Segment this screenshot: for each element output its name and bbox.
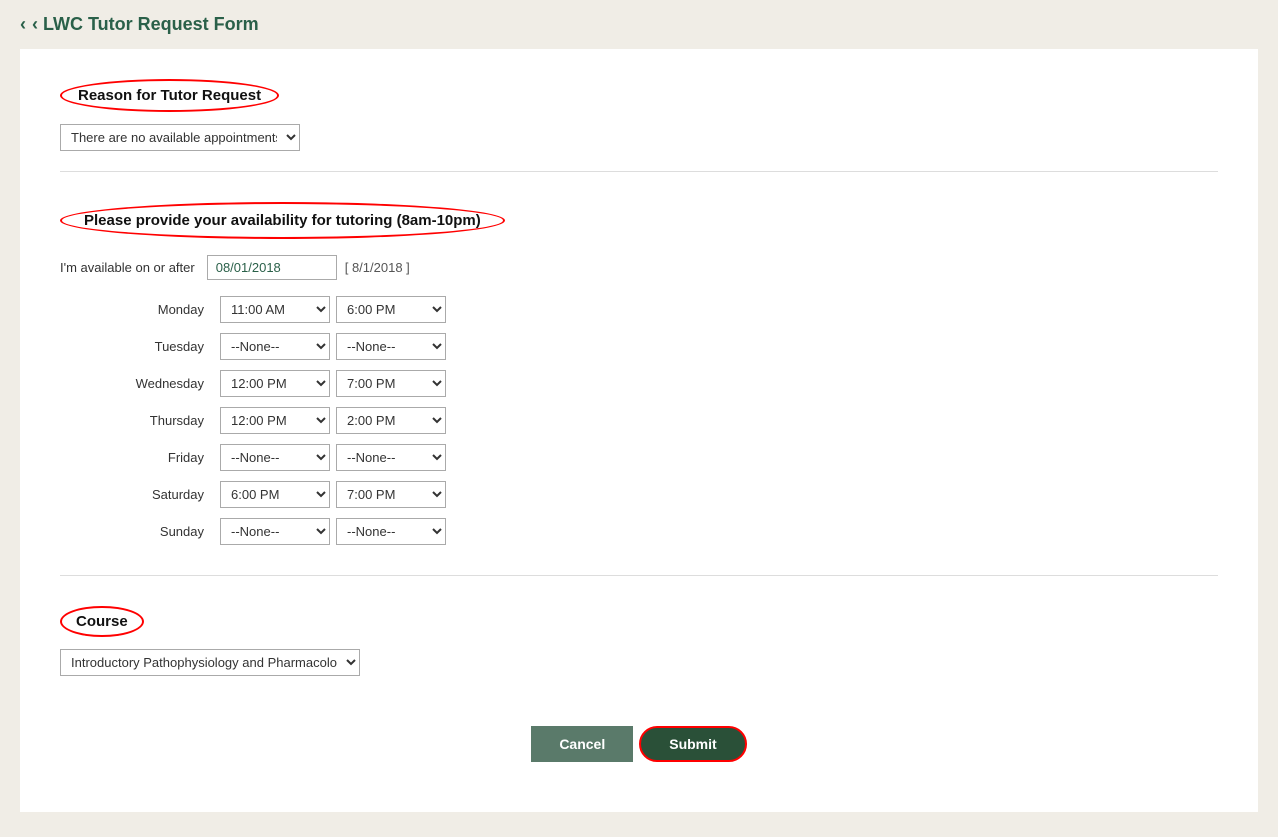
date-row: I'm available on or after [ 8/1/2018 ] xyxy=(60,255,1218,280)
avail-start-select[interactable]: --None--8:00 AM8:30 AM9:00 AM9:30 AM10:0… xyxy=(220,481,330,508)
avail-end-select[interactable]: --None--8:00 AM8:30 AM9:00 AM9:30 AM10:0… xyxy=(336,296,446,323)
page-title: ‹ LWC Tutor Request Form xyxy=(32,14,259,35)
reason-section: Reason for Tutor Request There are no av… xyxy=(60,79,1218,172)
reason-section-title: Reason for Tutor Request xyxy=(60,79,279,112)
reason-select[interactable]: There are no available appointmentsSched… xyxy=(60,124,300,151)
date-display: [ 8/1/2018 ] xyxy=(345,260,410,275)
day-label: Wednesday xyxy=(60,376,220,391)
avail-end-select[interactable]: --None--8:00 AM8:30 AM9:00 AM9:30 AM10:0… xyxy=(336,481,446,508)
date-input[interactable] xyxy=(207,255,337,280)
page-header: ‹ ‹ LWC Tutor Request Form xyxy=(0,0,1278,49)
day-label: Friday xyxy=(60,450,220,465)
course-section: Course Introductory Pathophysiology and … xyxy=(60,606,1218,676)
avail-start-select[interactable]: --None--8:00 AM8:30 AM9:00 AM9:30 AM10:0… xyxy=(220,333,330,360)
avail-row: Friday--None--8:00 AM8:30 AM9:00 AM9:30 … xyxy=(60,444,1218,471)
course-select[interactable]: Introductory Pathophysiology and Pharmac… xyxy=(60,649,360,676)
availability-section-title: Please provide your availability for tut… xyxy=(60,202,505,239)
avail-row: Wednesday--None--8:00 AM8:30 AM9:00 AM9:… xyxy=(60,370,1218,397)
form-container: Reason for Tutor Request There are no av… xyxy=(20,49,1258,812)
availability-grid: Monday--None--8:00 AM8:30 AM9:00 AM9:30 … xyxy=(60,296,1218,545)
day-label: Thursday xyxy=(60,413,220,428)
avail-row: Saturday--None--8:00 AM8:30 AM9:00 AM9:3… xyxy=(60,481,1218,508)
day-label: Tuesday xyxy=(60,339,220,354)
avail-start-select[interactable]: --None--8:00 AM8:30 AM9:00 AM9:30 AM10:0… xyxy=(220,444,330,471)
avail-end-select[interactable]: --None--8:00 AM8:30 AM9:00 AM9:30 AM10:0… xyxy=(336,370,446,397)
avail-start-select[interactable]: --None--8:00 AM8:30 AM9:00 AM9:30 AM10:0… xyxy=(220,407,330,434)
cancel-button[interactable]: Cancel xyxy=(531,726,633,762)
buttons-row: Cancel Submit xyxy=(60,706,1218,782)
availability-section: Please provide your availability for tut… xyxy=(60,202,1218,576)
day-label: Saturday xyxy=(60,487,220,502)
avail-row: Tuesday--None--8:00 AM8:30 AM9:00 AM9:30… xyxy=(60,333,1218,360)
avail-end-select[interactable]: --None--8:00 AM8:30 AM9:00 AM9:30 AM10:0… xyxy=(336,518,446,545)
avail-end-select[interactable]: --None--8:00 AM8:30 AM9:00 AM9:30 AM10:0… xyxy=(336,407,446,434)
day-label: Sunday xyxy=(60,524,220,539)
avail-end-select[interactable]: --None--8:00 AM8:30 AM9:00 AM9:30 AM10:0… xyxy=(336,444,446,471)
avail-start-select[interactable]: --None--8:00 AM8:30 AM9:00 AM9:30 AM10:0… xyxy=(220,518,330,545)
avail-row: Thursday--None--8:00 AM8:30 AM9:00 AM9:3… xyxy=(60,407,1218,434)
day-label: Monday xyxy=(60,302,220,317)
avail-row: Sunday--None--8:00 AM8:30 AM9:00 AM9:30 … xyxy=(60,518,1218,545)
submit-button[interactable]: Submit xyxy=(639,726,746,762)
avail-end-select[interactable]: --None--8:00 AM8:30 AM9:00 AM9:30 AM10:0… xyxy=(336,333,446,360)
date-label: I'm available on or after xyxy=(60,260,195,275)
course-section-title: Course xyxy=(60,606,144,637)
avail-row: Monday--None--8:00 AM8:30 AM9:00 AM9:30 … xyxy=(60,296,1218,323)
avail-start-select[interactable]: --None--8:00 AM8:30 AM9:00 AM9:30 AM10:0… xyxy=(220,296,330,323)
back-arrow-icon[interactable]: ‹ xyxy=(20,14,26,35)
avail-start-select[interactable]: --None--8:00 AM8:30 AM9:00 AM9:30 AM10:0… xyxy=(220,370,330,397)
